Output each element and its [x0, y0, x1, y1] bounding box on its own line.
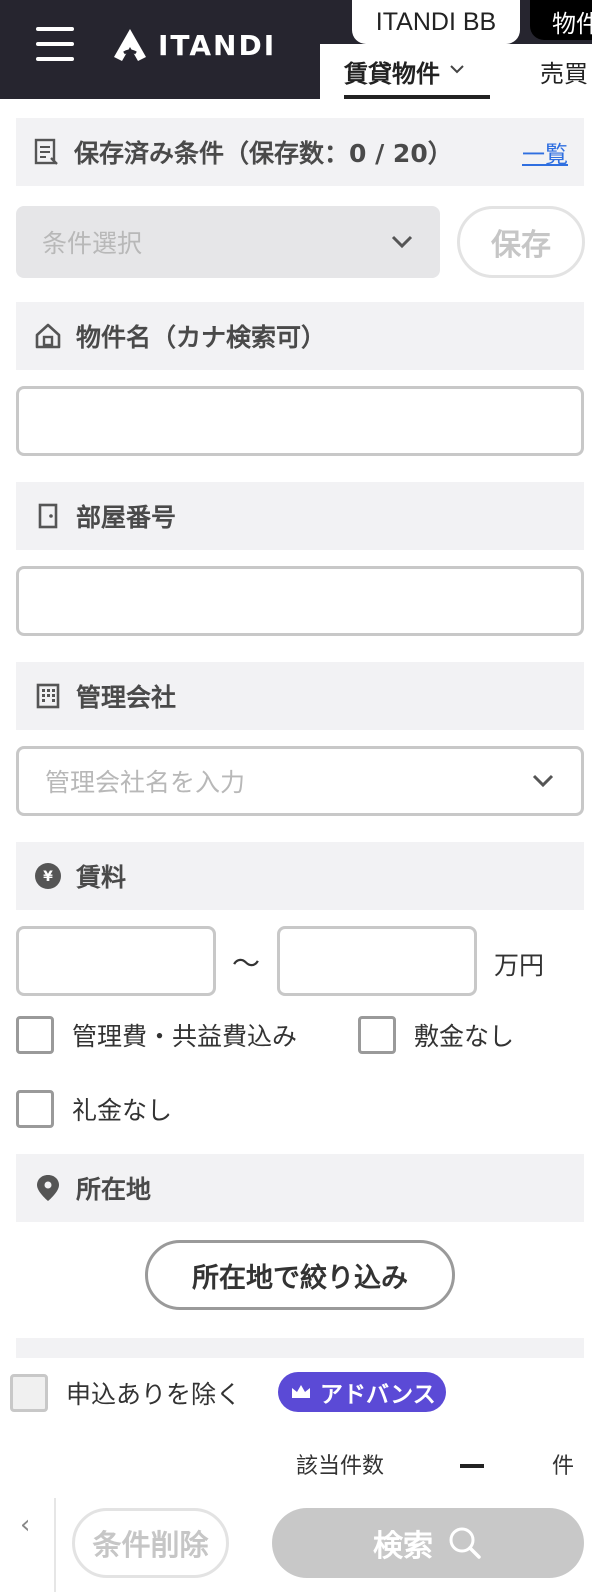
itandi-logo-mark-icon [114, 29, 146, 61]
advance-label: アドバンス [320, 1382, 436, 1408]
chevron-left-icon[interactable]: ‹ [20, 1510, 30, 1540]
management-company-header: 管理会社 [16, 662, 584, 730]
top-tab-bar: ITANDI BB 物件 [320, 0, 592, 44]
app-header: ITANDI ITANDI BB 物件 賃貸物件 売買 [0, 0, 592, 99]
home-icon [35, 323, 61, 349]
rent-max-input[interactable] [277, 926, 477, 996]
result-count: 該当件数 件 [0, 1438, 592, 1488]
building-icon [36, 683, 60, 709]
room-number-title: 部屋番号 [76, 503, 177, 532]
result-count-value [460, 1464, 484, 1468]
location-header: 所在地 [16, 1154, 584, 1222]
management-company-placeholder: 管理会社名を入力 [45, 768, 246, 797]
rent-range-separator: ～ [232, 947, 261, 980]
room-number-header: 部屋番号 [16, 482, 584, 550]
menu-icon[interactable] [36, 27, 74, 61]
result-count-unit: 件 [552, 1454, 575, 1479]
saved-conditions-title: 保存済み条件（保存数：0 / 20） [74, 139, 453, 168]
chevron-down-icon [391, 235, 413, 249]
tab-itandi-bb[interactable]: ITANDI BB [352, 0, 520, 44]
saved-list-link[interactable]: 一覧 [522, 135, 568, 169]
management-company-title: 管理会社 [76, 683, 177, 712]
tab-rental-property[interactable]: 賃貸物件 [344, 54, 490, 99]
checkbox-label: 管理費・共益費込み [72, 1022, 298, 1051]
rent-title: 賃料 [76, 863, 127, 892]
checkbox-no-key-money[interactable]: 礼金なし [16, 1090, 172, 1128]
yen-icon: ¥ [35, 863, 61, 889]
tab-rental-label: 賃貸物件 [344, 60, 440, 88]
checkbox-label: 礼金なし [72, 1096, 173, 1125]
search-icon [449, 1527, 481, 1559]
advance-badge: アドバンス [278, 1372, 446, 1412]
checkbox[interactable] [16, 1090, 54, 1128]
door-icon [38, 503, 58, 529]
document-icon [34, 138, 58, 165]
search-button-label: 検索 [373, 1529, 433, 1564]
search-button[interactable]: 検索 [272, 1508, 584, 1578]
checkbox[interactable] [358, 1016, 396, 1054]
property-name-title: 物件名（カナ検索可） [76, 323, 327, 352]
crown-icon [292, 1385, 310, 1398]
header-nav: ITANDI BB 物件 賃貸物件 売買 [320, 0, 592, 99]
checkbox[interactable] [16, 1016, 54, 1054]
tab-sale[interactable]: 売買 [540, 54, 588, 89]
map-pin-icon [37, 1175, 59, 1201]
result-count-label: 該当件数 [296, 1454, 385, 1479]
saved-condition-select[interactable]: 条件選択 [16, 206, 440, 278]
location-title: 所在地 [76, 1175, 152, 1204]
location-filter-button[interactable]: 所在地で絞り込み [145, 1240, 455, 1310]
property-name-input[interactable] [16, 386, 584, 456]
rent-min-input[interactable] [16, 926, 216, 996]
save-button[interactable]: 保存 [457, 206, 585, 278]
divider [54, 1498, 56, 1592]
checkbox-no-deposit[interactable]: 敷金なし [358, 1016, 514, 1054]
checkbox-exclude-applied[interactable]: 申込ありを除く [10, 1374, 241, 1412]
bottom-action-bar: 申込ありを除く アドバンス 該当件数 件 ‹ 条件削除 検索 [0, 1358, 592, 1592]
checkbox-label: 申込ありを除く [66, 1380, 242, 1409]
rent-unit: 万円 [494, 951, 545, 980]
tab-property[interactable]: 物件 [530, 0, 592, 40]
chevron-down-icon [532, 774, 554, 788]
logo-text: ITANDI [158, 28, 277, 62]
next-section-header-partial [16, 1338, 584, 1358]
saved-conditions-header: 保存済み条件（保存数：0 / 20） 一覧 [16, 118, 584, 186]
chevron-down-icon [450, 65, 464, 74]
room-number-input[interactable] [16, 566, 584, 636]
checkbox-management-fee[interactable]: 管理費・共益費込み [16, 1016, 297, 1054]
checkbox[interactable] [10, 1374, 48, 1412]
itandi-logo[interactable]: ITANDI [112, 26, 276, 64]
svg-text:¥: ¥ [43, 869, 53, 885]
saved-condition-placeholder: 条件選択 [42, 229, 143, 258]
clear-conditions-button[interactable]: 条件削除 [72, 1508, 229, 1578]
checkbox-label: 敷金なし [414, 1022, 515, 1051]
property-name-header: 物件名（カナ検索可） [16, 302, 584, 370]
rent-header: ¥ 賃料 [16, 842, 584, 910]
management-company-select[interactable]: 管理会社名を入力 [16, 746, 584, 816]
